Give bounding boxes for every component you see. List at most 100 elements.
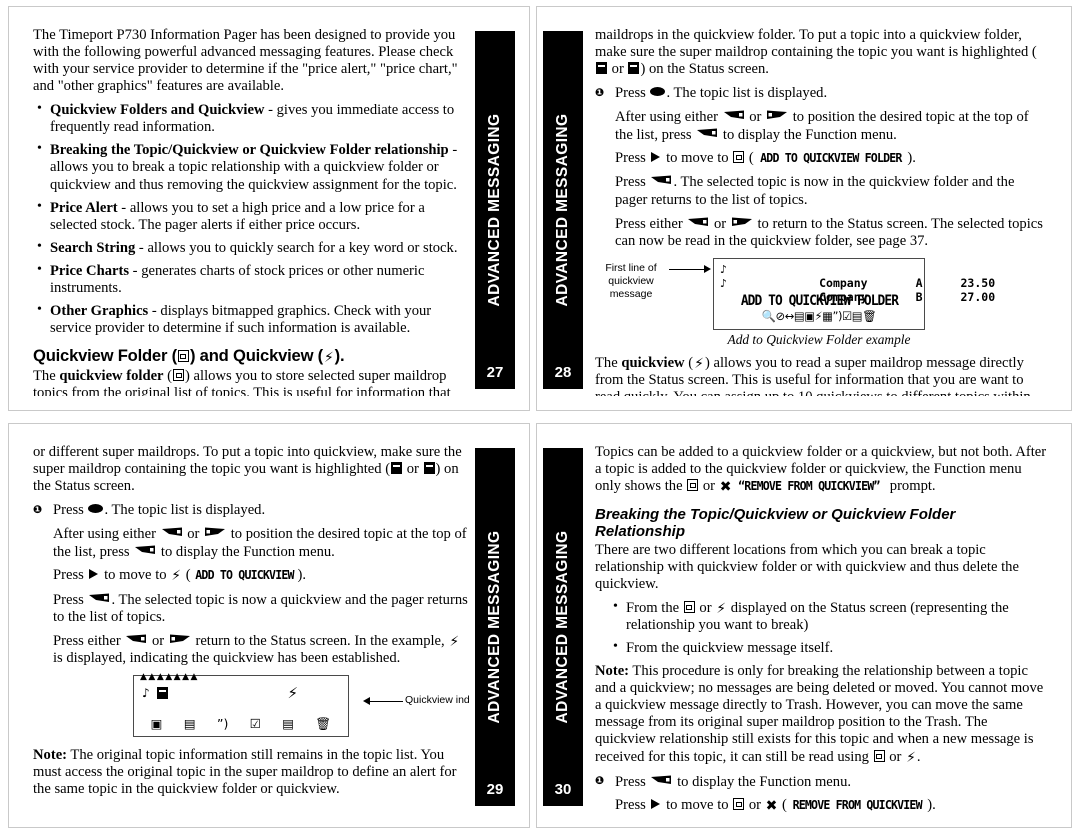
- page-29: ADVANCED MESSAGING 29 or different super…: [8, 423, 530, 828]
- select-button-icon: [650, 773, 672, 784]
- feature-term: Other Graphics: [50, 302, 149, 319]
- p28-sub-4: Press either or to return to the Status …: [615, 215, 1049, 250]
- sub3-text-a: Press: [615, 174, 650, 191]
- select-button-icon: [650, 173, 672, 185]
- lcd-prompt: ADD TO QUICKVIEW FOLDER: [740, 292, 898, 309]
- page-29-tab: ADVANCED MESSAGING 29: [475, 448, 515, 806]
- page-icon: ▦: [822, 308, 833, 323]
- note-text: The original topic information still rem…: [33, 747, 457, 798]
- step-text-pre: Press: [53, 502, 88, 519]
- page-30: ADVANCED MESSAGING 30 Topics can be adde…: [536, 423, 1072, 828]
- callout-text: Quickview indicator: [405, 694, 469, 707]
- page-28-number: 28: [554, 364, 572, 381]
- sub3-text-a: Press: [53, 591, 88, 608]
- lightning-bolt-icon: ⚡: [324, 350, 334, 366]
- p28-sub-1: After using either or to position the de…: [615, 108, 1049, 144]
- heading-part-2: ) and Quickview (: [189, 346, 324, 365]
- alert-off-icon: ⊘: [775, 308, 786, 323]
- quickview-folder-icon: [683, 600, 695, 613]
- heading-part-3: ).: [334, 346, 345, 365]
- step-text-post: . The topic list is displayed.: [104, 502, 266, 519]
- intro-or: or: [699, 478, 719, 495]
- person-card-icon: ▤: [183, 716, 196, 732]
- callout-text: First line of quickview message: [605, 261, 657, 300]
- quickview-folder-icon: ▣: [804, 308, 815, 323]
- quickview-folder-icon: [173, 369, 185, 381]
- list-item: Search String - allows you to quickly se…: [33, 239, 469, 257]
- page-30-tab: ADVANCED MESSAGING 30: [543, 448, 583, 806]
- lightning-bolt-crossed-icon: ✖: [765, 797, 778, 813]
- p30-subheading: Breaking the Topic/Quickview or Quickvie…: [595, 505, 956, 540]
- quickview-indicator-icon: ⚡: [287, 684, 298, 703]
- sub-text-d: to display the Function menu.: [719, 127, 897, 144]
- lcd-prompt-text: ADD TO QUICKVIEW: [194, 567, 294, 583]
- super-maildrop-icon: [596, 62, 607, 75]
- bullet-text: From the quickview message itself.: [626, 640, 834, 657]
- callout-arrow-line: [669, 268, 705, 270]
- quickview-folder-icon: [873, 749, 885, 762]
- page-27-content: The Timeport P730 Information Pager has …: [33, 27, 469, 396]
- quickview-folder-icon: [177, 350, 189, 362]
- quickview-indicator-callout: Quickview indicator: [405, 694, 469, 707]
- page-29-number: 29: [486, 781, 504, 798]
- list-item: Other Graphics - displays bitmapped grap…: [33, 302, 469, 337]
- para-bold-term: quickview folder: [59, 368, 164, 384]
- sub1-or: or: [745, 796, 765, 813]
- select-button-icon: [88, 591, 110, 602]
- sub3-text-b: . The selected topic is now in the quick…: [615, 174, 1015, 208]
- lcd-prompt-text: REMOVE FROM QUICKVIEW: [792, 796, 923, 812]
- p29-sub-2: Press to move to ⚡ (ADD TO QUICKVIEW).: [53, 567, 306, 585]
- lcd-note-icon: ♪: [142, 686, 150, 701]
- feature-term: Price Charts: [50, 262, 130, 279]
- checkbox-icon: ☑: [249, 716, 261, 732]
- intro-or: or: [608, 61, 628, 78]
- step-number: ❶: [595, 86, 605, 100]
- p29-note: Note: The original topic information sti…: [33, 747, 469, 798]
- sub4-text-a: Press either: [615, 215, 687, 232]
- intro-part-b: prompt.: [886, 478, 936, 495]
- trash-icon: 🗑: [862, 308, 877, 323]
- next-arrow-button-icon: [651, 798, 661, 809]
- first-line-callout: First line of quickview message: [595, 262, 667, 301]
- p28-illustration-caption: Add to Quickview Folder example: [727, 331, 911, 347]
- quickview-folder-icon: ▣: [150, 716, 163, 732]
- page-27: ADVANCED MESSAGING 27 The Timeport P730 …: [8, 6, 530, 411]
- list-item: Breaking the Topic/Quickview or Quickvie…: [33, 141, 469, 193]
- sub4-text-a: Press either: [53, 632, 125, 649]
- step-number: ❶: [595, 773, 605, 787]
- p29-sub-1: After using either or to position the de…: [53, 525, 469, 561]
- note-label: Note:: [33, 747, 68, 764]
- sub1-text-a: Press: [615, 796, 650, 813]
- page-27-number: 27: [486, 364, 504, 381]
- p30-note-1: Note: This procedure is only for breakin…: [595, 663, 1049, 766]
- sub2-text-a: Press: [615, 150, 650, 167]
- step-text-b: to display the Function menu.: [673, 773, 852, 790]
- clock-icon: ▤: [851, 308, 863, 323]
- select-button-icon: [134, 543, 156, 555]
- list-item: Quickview Folders and Quickview - gives …: [33, 101, 469, 136]
- lightning-bolt-icon: ⚡: [449, 633, 460, 650]
- p30-intro: Topics can be added to a quickview folde…: [595, 444, 1049, 496]
- list-item: From the quickview message itself.: [609, 639, 1049, 657]
- page-30-number: 30: [554, 781, 572, 798]
- page-30-content: Topics can be added to a quickview folde…: [595, 444, 1049, 813]
- sub4-text-d: is displayed, indicating the quickview h…: [53, 650, 401, 667]
- page-27-tab: ADVANCED MESSAGING 27: [475, 31, 515, 389]
- page-30-tab-label: ADVANCED MESSAGING: [554, 530, 571, 724]
- note-text-a: This procedure is only for breaking the …: [595, 663, 1044, 765]
- list-item: Price Alert - allows you to set a high p…: [33, 199, 469, 234]
- svg-text:♪: ♪: [720, 263, 727, 276]
- sub3-text-b: . The selected topic is now a quickview …: [53, 591, 468, 625]
- left-rocker-button-icon: [687, 215, 709, 226]
- p29-step-1: ❶ Press . The topic list is displayed.: [33, 502, 469, 519]
- list-item: From the or ⚡ displayed on the Status sc…: [609, 599, 1049, 634]
- page-28: ADVANCED MESSAGING 28 maildrops in the q…: [536, 6, 1072, 411]
- left-rocker-button-icon: [125, 632, 147, 643]
- read-button-icon: [88, 504, 104, 514]
- lightning-bolt-icon: ⚡: [694, 355, 704, 372]
- checkbox-icon: ☑: [841, 308, 852, 323]
- sub2-text-a: Press: [53, 567, 88, 584]
- p28-intro: maildrops in the quickview folder. To pu…: [595, 27, 1049, 78]
- sub4-text-c: return to the Status screen. In the exam…: [191, 632, 449, 649]
- quickview-callout-arrow-line: [369, 700, 403, 703]
